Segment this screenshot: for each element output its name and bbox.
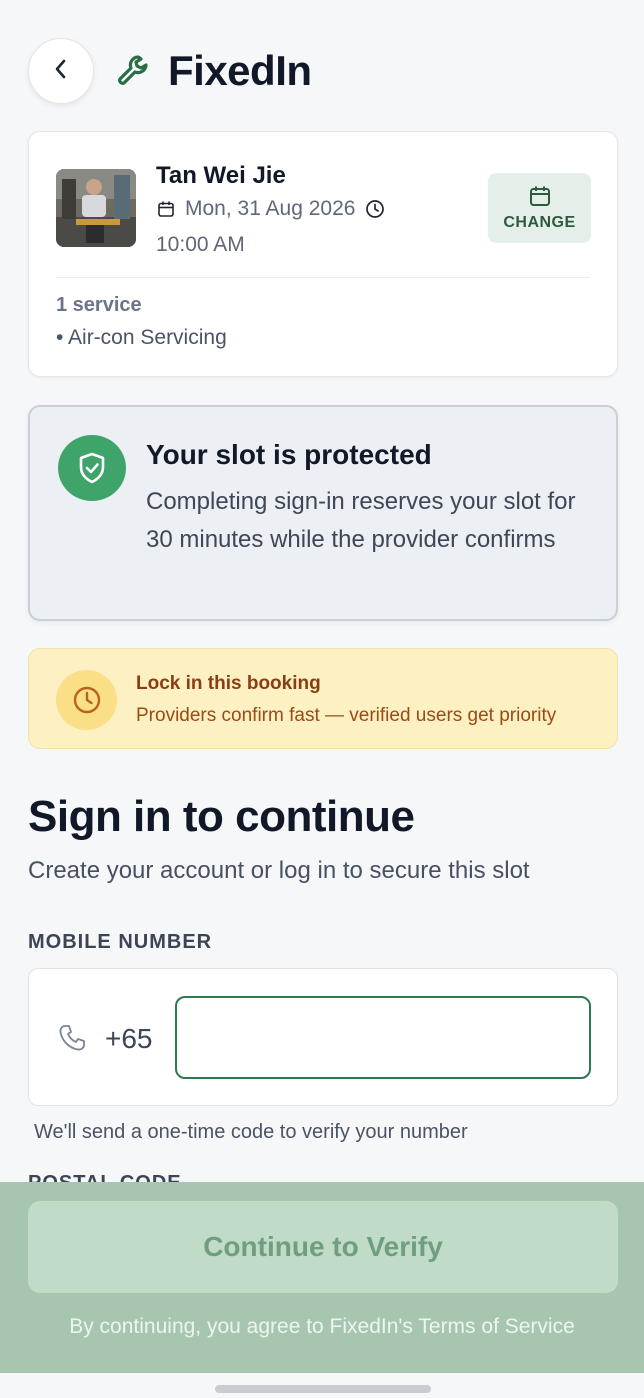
provider-name: Tan Wei Jie [156, 162, 286, 189]
clock-icon [365, 199, 385, 219]
service-count: 1 service [56, 294, 142, 316]
booking-date: Mon, 31 Aug 2026 [185, 197, 356, 220]
otp-helper-text: We'll send a one-time code to verify you… [34, 1121, 468, 1143]
calendar-icon [528, 184, 552, 208]
wrench-icon [114, 51, 154, 91]
booking-summary-card: Tan Wei Jie Mon, 31 Aug 2026 10:00 AM CH… [28, 131, 618, 377]
page-subtitle: Create your account or log in to secure … [28, 857, 530, 884]
continue-label: Continue to Verify [203, 1231, 443, 1262]
shield-check-icon [58, 435, 126, 501]
protected-title: Your slot is protected [146, 439, 432, 470]
divider [56, 277, 590, 278]
booking-datetime: Mon, 31 Aug 2026 [157, 196, 385, 222]
calendar-icon [157, 200, 175, 218]
lock-booking-banner: Lock in this booking Providers confirm f… [28, 648, 618, 749]
phone-icon [56, 1022, 88, 1054]
lock-banner-title: Lock in this booking [136, 673, 321, 694]
change-label: CHANGE [503, 214, 576, 231]
home-indicator[interactable] [215, 1385, 431, 1393]
header: FixedIn [28, 37, 312, 105]
bottom-action-bar: Continue to Verify By continuing, you ag… [0, 1182, 644, 1373]
chevron-left-icon [52, 57, 70, 86]
continue-to-verify-button[interactable]: Continue to Verify [28, 1201, 618, 1293]
service-item: • Air-con Servicing [56, 326, 227, 349]
mobile-number-label: MOBILE NUMBER [28, 931, 213, 953]
provider-avatar [56, 169, 136, 247]
back-button[interactable] [28, 38, 94, 104]
lock-banner-subtitle: Providers confirm fast — verified users … [136, 705, 557, 726]
page-title: Sign in to continue [28, 792, 415, 841]
country-code[interactable]: +65 [105, 1023, 153, 1055]
protected-body: Completing sign-in reserves your slot fo… [146, 488, 576, 553]
slot-protected-card: Your slot is protected Completing sign-i… [28, 405, 618, 621]
booking-time: 10:00 AM [156, 233, 245, 256]
change-datetime-button[interactable]: CHANGE [488, 173, 591, 243]
clock-icon [56, 670, 117, 730]
mobile-number-field-group: +65 [28, 968, 618, 1106]
app-name: FixedIn [168, 47, 312, 94]
terms-text: By continuing, you agree to FixedIn's Te… [69, 1315, 575, 1338]
mobile-number-input[interactable] [175, 996, 591, 1079]
app-logo: FixedIn [114, 47, 312, 95]
